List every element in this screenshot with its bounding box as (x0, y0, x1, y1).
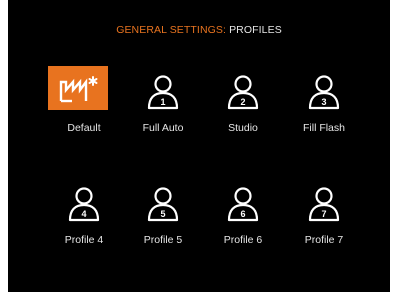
user-profile-icon: 6 (219, 180, 267, 228)
user-profile-icon: 4 (60, 180, 108, 228)
profile-3[interactable]: 3 Fill Flash (287, 68, 361, 146)
factory-icon (48, 66, 108, 110)
profile-label: Default (67, 122, 101, 134)
profile-default[interactable]: Default (47, 66, 121, 146)
profile-4[interactable]: 4 Profile 4 (47, 180, 121, 258)
profile-label: Profile 6 (223, 234, 263, 246)
profile-2[interactable]: 2 Studio (206, 68, 280, 146)
profile-number: 4 (81, 209, 86, 219)
profile-number: 3 (321, 97, 326, 107)
user-profile-icon: 3 (300, 68, 348, 116)
profile-6[interactable]: 6 Profile 6 (206, 180, 280, 258)
profile-label: Studio (228, 122, 258, 134)
camera-menu-screen: GENERAL SETTINGS: PROFILES Default 1 Ful… (8, 0, 390, 292)
user-profile-icon: 2 (219, 68, 267, 116)
profile-label: Profile 5 (143, 234, 183, 246)
user-profile-icon: 5 (139, 180, 187, 228)
profile-number: 1 (160, 97, 165, 107)
profile-5[interactable]: 5 Profile 5 (126, 180, 200, 258)
page-title: GENERAL SETTINGS: PROFILES (8, 24, 390, 36)
profile-label: Profile 7 (304, 234, 344, 246)
section-label: GENERAL SETTINGS: (116, 24, 227, 36)
profile-number: 7 (321, 209, 326, 219)
user-profile-icon: 7 (300, 180, 348, 228)
user-profile-icon: 1 (139, 68, 187, 116)
profile-label: Profile 4 (64, 234, 104, 246)
profile-label: Full Auto (142, 122, 184, 134)
profile-number: 5 (160, 209, 165, 219)
profile-label: Fill Flash (302, 122, 345, 134)
profile-number: 6 (240, 209, 245, 219)
page-label: PROFILES (229, 24, 282, 36)
profile-7[interactable]: 7 Profile 7 (287, 180, 361, 258)
profile-1[interactable]: 1 Full Auto (126, 68, 200, 146)
profile-number: 2 (240, 97, 245, 107)
